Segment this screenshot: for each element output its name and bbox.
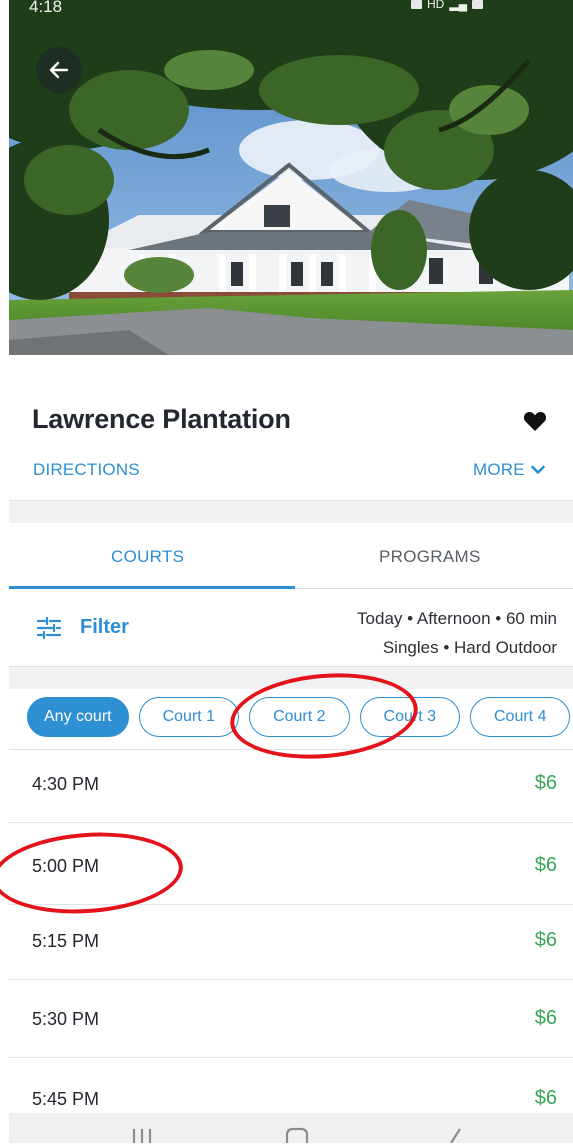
chevron-down-icon (531, 465, 545, 474)
slot-price: $6 (534, 1007, 557, 1029)
section-divider (9, 500, 573, 523)
more-link[interactable]: MORE (473, 460, 545, 480)
time-slot-row[interactable]: 5:30 PM $6 (9, 985, 573, 1058)
sliders-icon (36, 616, 62, 639)
back-icon[interactable] (450, 1128, 461, 1144)
filter-summary[interactable]: Today • Afternoon • 60 min Singles • Har… (357, 604, 557, 662)
filter-summary-line2: Singles • Hard Outdoor (382, 638, 557, 657)
filter-label: Filter (80, 616, 129, 638)
recent-apps-icon[interactable] (132, 1129, 152, 1143)
slot-price: $6 (534, 854, 557, 876)
filter-button[interactable]: Filter (36, 616, 129, 639)
battery-icon (472, 0, 484, 9)
chip-any-court[interactable]: Any court (27, 697, 129, 737)
signal-icon: ▂▄ (449, 0, 468, 11)
system-nav-icons (132, 1127, 461, 1144)
venue-photo: 4:18 HD ▂▄ (9, 0, 573, 355)
notification-icon (411, 0, 422, 9)
back-button[interactable] (36, 47, 82, 93)
chip-court-4[interactable]: Court 4 (470, 697, 571, 737)
slot-time: 4:30 PM (32, 774, 100, 794)
network-label: HD (427, 0, 445, 11)
arrow-left-icon (49, 61, 69, 79)
status-icons: HD ▂▄ (411, 0, 484, 11)
slot-price: $6 (534, 1087, 557, 1109)
tab-courts[interactable]: COURTS (111, 547, 184, 567)
time-slot-row[interactable]: 5:15 PM $6 (9, 907, 573, 980)
home-icon[interactable] (285, 1127, 309, 1143)
venue-photo-art (9, 0, 573, 355)
slot-time: 5:15 PM (32, 931, 100, 951)
status-time: 4:18 (29, 0, 63, 16)
heart-icon[interactable] (523, 410, 547, 432)
time-slot-row[interactable]: 4:30 PM $6 (9, 750, 573, 823)
more-label: MORE (473, 460, 525, 479)
slot-time: 5:45 PM (32, 1089, 100, 1109)
system-nav-bar (9, 1113, 573, 1144)
filter-summary-line1: Today • Afternoon • 60 min (357, 609, 557, 628)
chip-court-1[interactable]: Court 1 (138, 697, 240, 737)
active-tab-indicator (9, 586, 295, 589)
tab-programs[interactable]: PROGRAMS (379, 547, 481, 567)
directions-link[interactable]: DIRECTIONS (33, 460, 140, 480)
slot-price: $6 (534, 772, 557, 794)
slot-time: 5:30 PM (32, 1009, 100, 1029)
venue-title: Lawrence Plantation (32, 404, 291, 434)
slot-price: $6 (534, 929, 557, 951)
